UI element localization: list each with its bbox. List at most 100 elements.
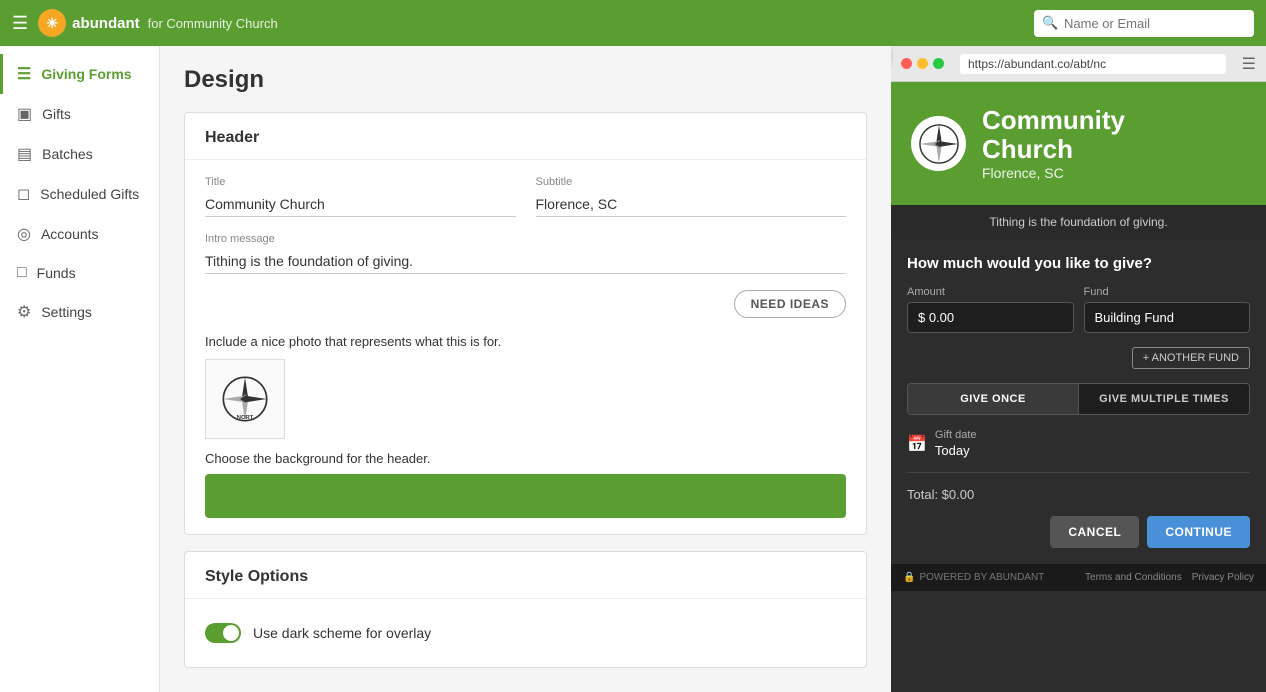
preview-body: ! Community Church bbox=[891, 82, 1266, 591]
sidebar-item-accounts[interactable]: ◎ Accounts bbox=[0, 214, 159, 254]
dark-scheme-toggle[interactable] bbox=[205, 623, 241, 643]
dot-green[interactable] bbox=[933, 58, 944, 69]
top-nav: ☰ ☀ abundant for Community Church 🔍 bbox=[0, 0, 1266, 46]
sidebar-item-funds[interactable]: □ Funds bbox=[0, 254, 159, 292]
dot-red[interactable] bbox=[901, 58, 912, 69]
need-ideas-row: NEED IDEAS bbox=[205, 290, 846, 318]
batches-icon: ▤ bbox=[17, 144, 32, 164]
sidebar-label-gifts: Gifts bbox=[42, 106, 71, 122]
org-name: for Community Church bbox=[148, 16, 278, 31]
title-field: Title bbox=[205, 176, 516, 217]
style-heading: Style Options bbox=[205, 568, 846, 586]
give-once-button[interactable]: GIVE ONCE bbox=[908, 384, 1078, 414]
fund-label: Fund bbox=[1084, 286, 1251, 298]
bg-section: Choose the background for the header. bbox=[205, 451, 846, 518]
giving-church-name: Community Church bbox=[982, 106, 1125, 163]
header-section-heading: Header bbox=[185, 113, 866, 160]
giving-header-logo bbox=[911, 116, 966, 171]
powered-by-bar: 🔒 POWERED BY ABUNDANT Terms and Conditio… bbox=[891, 564, 1266, 591]
fund-field: Fund Building Fund bbox=[1084, 286, 1251, 333]
lock-icon: 🔒 bbox=[903, 572, 915, 583]
app-logo: ☀ abundant for Community Church bbox=[38, 9, 278, 37]
intro-message-preview: Tithing is the foundation of giving. bbox=[989, 215, 1167, 229]
browser-dots bbox=[901, 58, 944, 69]
scheduled-gifts-icon: ◻ bbox=[17, 184, 30, 204]
funds-icon: □ bbox=[17, 264, 27, 282]
hamburger-icon[interactable]: ☰ bbox=[12, 13, 28, 34]
toggle-thumb bbox=[223, 625, 239, 641]
terms-link[interactable]: Terms and Conditions bbox=[1085, 572, 1182, 583]
giving-header-text: Community Church Florence, SC bbox=[982, 106, 1125, 181]
search-input[interactable] bbox=[1034, 10, 1254, 37]
subtitle-input[interactable] bbox=[536, 192, 847, 217]
logo-icon: ☀ bbox=[38, 9, 66, 37]
subtitle-field: Subtitle bbox=[536, 176, 847, 217]
header-section-card: Header Title Subtitle Intro bbox=[184, 112, 867, 535]
cancel-button[interactable]: CANCEL bbox=[1050, 516, 1139, 548]
church-name-line2: Church bbox=[982, 134, 1073, 164]
photo-placeholder[interactable]: NORT bbox=[205, 359, 285, 439]
powered-by-links: Terms and Conditions Privacy Policy bbox=[1085, 572, 1254, 583]
browser-menu-icon[interactable]: ☰ bbox=[1242, 54, 1256, 74]
dark-scheme-label: Use dark scheme for overlay bbox=[253, 625, 431, 641]
sidebar-item-giving-forms[interactable]: ☰ Giving Forms bbox=[0, 54, 159, 94]
style-options-body: Use dark scheme for overlay bbox=[185, 599, 866, 667]
give-multiple-button[interactable]: GIVE MULTIPLE TIMES bbox=[1079, 384, 1249, 414]
search-icon: 🔍 bbox=[1042, 15, 1058, 31]
sidebar-item-batches[interactable]: ▤ Batches bbox=[0, 134, 159, 174]
church-location: Florence, SC bbox=[982, 165, 1125, 181]
amount-field: Amount bbox=[907, 286, 1074, 333]
style-options-heading: Style Options bbox=[185, 552, 866, 599]
title-label: Title bbox=[205, 176, 516, 188]
sidebar: ☰ Giving Forms ▣ Gifts ▤ Batches ◻ Sched… bbox=[0, 46, 160, 692]
amount-label: Amount bbox=[907, 286, 1074, 298]
app-name: abundant bbox=[72, 15, 140, 32]
another-fund-button[interactable]: + ANOTHER FUND bbox=[1132, 347, 1250, 369]
giving-question: How much would you like to give? bbox=[907, 255, 1250, 272]
subtitle-label: Subtitle bbox=[536, 176, 847, 188]
title-input[interactable] bbox=[205, 192, 516, 217]
design-form: Design Header Title Subtitle bbox=[160, 46, 891, 692]
gift-date-row: 📅 Gift date Today bbox=[907, 429, 1250, 473]
bg-color-swatch[interactable] bbox=[205, 474, 846, 518]
preview-panel: https://abundant.co/abt/nc ☰ ! bbox=[891, 46, 1266, 692]
powered-by-label: POWERED BY ABUNDANT bbox=[919, 572, 1044, 583]
frequency-selector: GIVE ONCE GIVE MULTIPLE TIMES bbox=[907, 383, 1250, 415]
fund-select[interactable]: Building Fund bbox=[1084, 302, 1251, 333]
sidebar-item-gifts[interactable]: ▣ Gifts bbox=[0, 94, 159, 134]
giving-intro: Tithing is the foundation of giving. bbox=[891, 205, 1266, 239]
photo-label: Include a nice photo that represents wha… bbox=[205, 334, 846, 349]
style-options-card: Style Options Use dark scheme for overla… bbox=[184, 551, 867, 668]
amount-input[interactable] bbox=[907, 302, 1074, 333]
gift-date-value: Today bbox=[935, 443, 970, 458]
church-name-line1: Community bbox=[982, 105, 1125, 135]
another-fund-row: + ANOTHER FUND bbox=[907, 347, 1250, 369]
sidebar-label-accounts: Accounts bbox=[41, 226, 99, 242]
sidebar-label-giving-forms: Giving Forms bbox=[41, 66, 131, 82]
privacy-link[interactable]: Privacy Policy bbox=[1192, 572, 1254, 583]
giving-forms-icon: ☰ bbox=[17, 64, 31, 84]
total-row: Total: $0.00 bbox=[907, 487, 1250, 502]
accounts-icon: ◎ bbox=[17, 224, 31, 244]
browser-chrome: https://abundant.co/abt/nc ☰ bbox=[891, 46, 1266, 82]
calendar-icon: 📅 bbox=[907, 434, 927, 454]
gifts-icon: ▣ bbox=[17, 104, 32, 124]
svg-text:NORT: NORT bbox=[237, 415, 254, 421]
need-ideas-button[interactable]: NEED IDEAS bbox=[734, 290, 846, 318]
settings-icon: ⚙ bbox=[17, 302, 31, 322]
sidebar-label-funds: Funds bbox=[37, 265, 76, 281]
search-bar: 🔍 bbox=[1034, 10, 1254, 37]
design-content-area: Design Header Title Subtitle bbox=[160, 46, 891, 692]
dot-yellow[interactable] bbox=[917, 58, 928, 69]
main-layout: ☰ Giving Forms ▣ Gifts ▤ Batches ◻ Sched… bbox=[0, 46, 1266, 692]
sidebar-label-scheduled-gifts: Scheduled Gifts bbox=[40, 186, 139, 202]
total-label: Total: $0.00 bbox=[907, 487, 1250, 502]
browser-url: https://abundant.co/abt/nc bbox=[960, 54, 1226, 74]
sidebar-item-scheduled-gifts[interactable]: ◻ Scheduled Gifts bbox=[0, 174, 159, 214]
title-subtitle-row: Title Subtitle bbox=[205, 176, 846, 217]
sidebar-item-settings[interactable]: ⚙ Settings bbox=[0, 292, 159, 332]
intro-input[interactable] bbox=[205, 249, 846, 274]
header-section-body: Title Subtitle Intro message NEED ID bbox=[185, 160, 866, 534]
intro-label: Intro message bbox=[205, 233, 846, 245]
continue-button[interactable]: CONTINUE bbox=[1147, 516, 1250, 548]
